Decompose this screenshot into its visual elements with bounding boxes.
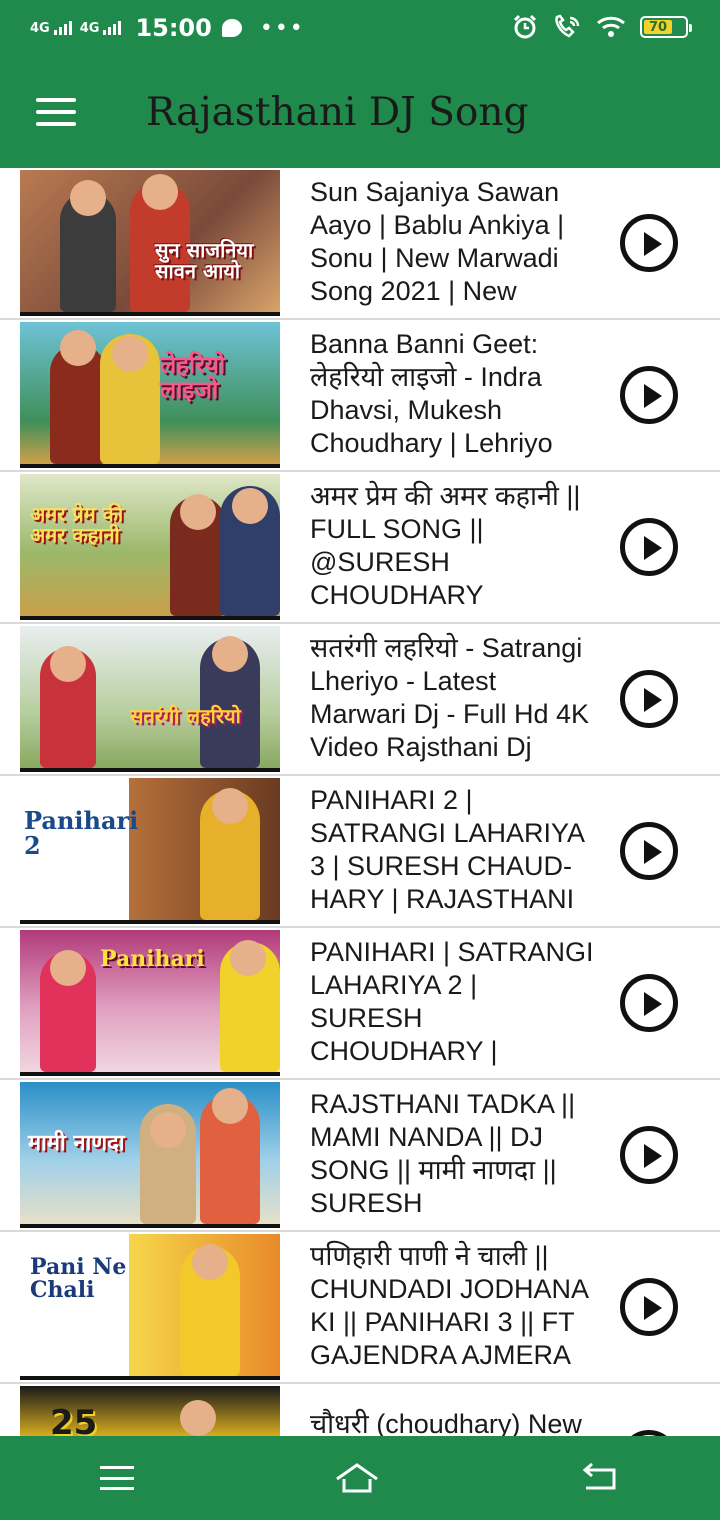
song-item[interactable]: सुन साजनिया सावन आयो Sun Sajaniya Sawan … [0,168,720,320]
network-label-2: 4G [79,21,100,36]
signal-sim2: 4G [80,21,122,35]
status-right-icons: 70 [512,14,692,40]
play-icon[interactable] [620,214,678,272]
song-item[interactable]: लेहरियो लाइजो Banna Banni Geet: लेहरियो … [0,320,720,472]
song-item[interactable]: सतरंगी लहरियो सतरंगी लहरियो - Satrangi L… [0,624,720,776]
song-thumbnail[interactable]: Panihari [20,930,280,1076]
song-thumbnail[interactable]: अमर प्रेम की अमर कहानी [20,474,280,620]
song-title[interactable]: PANIHARI 2 | SATRANGI LAHARIYA 3 | SURES… [310,784,595,918]
thumbnail-text: Panihari [100,946,205,972]
hamburger-menu-icon[interactable] [36,98,76,126]
play-icon[interactable] [620,366,678,424]
thumbnail-text: Pani Ne Chali [30,1254,127,1304]
more-notifications-icon: ••• [259,15,305,41]
thumbnail-text: सतरंगी लहरियो [130,704,241,728]
song-thumbnail[interactable]: Pani Ne Chali [20,1234,280,1380]
network-label-1: 4G [30,21,50,36]
thumbnail-text: 25 [50,1403,98,1436]
app-bar: Rajasthani DJ Song [0,56,720,168]
play-icon[interactable] [620,670,678,728]
song-item[interactable]: मामी नाणदा RAJSTHANI TADKA || MAMI NANDA… [0,1080,720,1232]
play-icon[interactable] [620,1278,678,1336]
signal-bars-icon [103,21,122,35]
status-time: 15:00 [135,14,212,42]
wifi-call-icon [555,14,580,38]
play-icon[interactable] [620,518,678,576]
thumbnail-text: मामी नाणदा [28,1130,125,1156]
recent-apps-icon[interactable] [100,1466,134,1490]
song-item[interactable]: Pani Ne Chali पणिहारी पाणी ने चाली || CH… [0,1232,720,1384]
signal-sim1: 4G [30,21,72,35]
song-item[interactable]: 25 चौधरी (choudhary) New [0,1384,720,1436]
thumbnail-text: Panihari 2 [24,806,139,861]
song-title[interactable]: Sun Sajaniya Sawan Aayo | Bablu Ankiya |… [310,176,595,310]
song-thumbnail[interactable]: मामी नाणदा [20,1082,280,1228]
navigation-bar [0,1436,720,1520]
thumbnail-text: अमर प्रेम की अमर कहानी [30,502,124,547]
back-icon[interactable] [580,1462,620,1494]
play-icon[interactable] [620,1126,678,1184]
thumbnail-text: लेहरियो लाइजो [160,350,226,405]
song-thumbnail[interactable]: लेहरियो लाइजो [20,322,280,468]
signal-bars-icon [53,21,72,35]
song-title[interactable]: पणिहारी पाणी ने चाली || CHUNDADI JODHANA… [310,1240,595,1374]
song-title[interactable]: PANIHARI | SATRANGI LAHARIYA 2 | SURESH … [310,936,595,1070]
song-item[interactable]: Panihari 2 PANIHARI 2 | SATRANGI LAHARIY… [0,776,720,928]
home-icon[interactable] [334,1461,380,1495]
alarm-icon [513,14,537,39]
app-title: Rajasthani DJ Song [146,89,529,135]
song-title[interactable]: RAJSTHANI TADKA || MAMI NANDA || DJ SONG… [310,1088,595,1222]
song-thumbnail[interactable]: 25 [20,1386,280,1436]
play-icon[interactable] [620,974,678,1032]
wifi-icon [597,16,625,37]
song-thumbnail[interactable]: सतरंगी लहरियो [20,626,280,772]
song-title[interactable]: चौधरी (choudhary) New [310,1408,595,1436]
song-title[interactable]: Banna Banni Geet: लेहरियो लाइजो - Indra … [310,328,595,462]
song-title[interactable]: अमर प्रेम की अमर कहानी || FULL SONG || @… [310,480,595,614]
song-item[interactable]: अमर प्रेम की अमर कहानी अमर प्रेम की अमर … [0,472,720,624]
message-notification-icon [221,19,242,37]
song-item[interactable]: Panihari PANIHARI | SATRANGI LAHARIYA 2 … [0,928,720,1080]
status-bar: 4G 4G 15:00 ••• 70 [0,0,720,56]
song-list[interactable]: सुन साजनिया सावन आयो Sun Sajaniya Sawan … [0,168,720,1436]
song-title[interactable]: सतरंगी लहरियो - Satrangi Lheriyo - Lates… [310,632,595,766]
song-thumbnail[interactable]: सुन साजनिया सावन आयो [20,170,280,316]
thumbnail-text: सुन साजनिया सावन आयो [155,238,254,283]
song-thumbnail[interactable]: Panihari 2 [20,778,280,924]
battery-icon: 70 [640,16,692,38]
battery-level: 70 [644,20,672,35]
play-icon[interactable] [620,822,678,880]
